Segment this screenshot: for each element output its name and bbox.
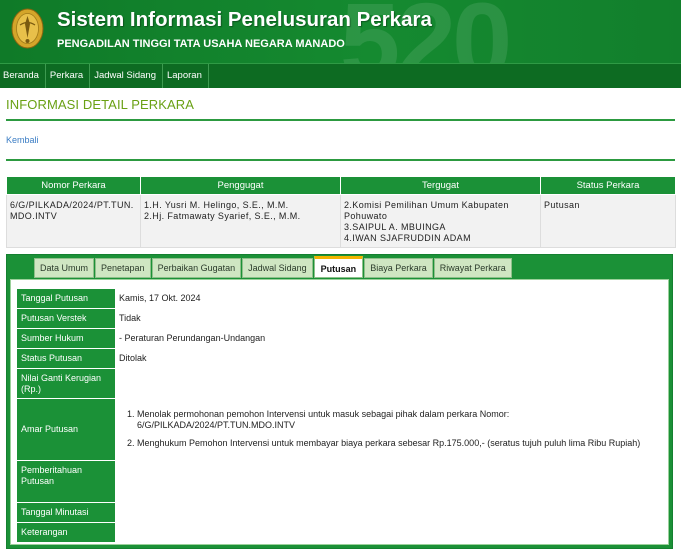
- value-tanggal-minutasi: [115, 503, 662, 523]
- value-tanggal-putusan: Kamis, 17 Okt. 2024: [119, 293, 201, 303]
- label-putusan-verstek: Putusan Verstek: [17, 309, 115, 329]
- nav-laporan[interactable]: Laporan: [163, 64, 209, 88]
- label-amar-putusan: Amar Putusan: [17, 399, 115, 461]
- tab-biaya-perkara[interactable]: Biaya Perkara: [364, 258, 433, 278]
- label-tanggal-putusan: Tanggal Putusan: [17, 289, 115, 309]
- value-nilai-ganti-kerugian: [115, 369, 662, 399]
- label-status-putusan: Status Putusan: [17, 349, 115, 369]
- value-status-putusan: Ditolak: [119, 353, 147, 363]
- main-nav: Beranda Perkara Jadwal Sidang Laporan: [0, 63, 681, 88]
- nav-jadwal-sidang[interactable]: Jadwal Sidang: [90, 64, 163, 88]
- tab-perbaikan-gugatan[interactable]: Perbaikan Gugatan: [151, 258, 242, 278]
- value-pemberitahuan-putusan: [115, 461, 662, 503]
- tab-data-umum[interactable]: Data Umum: [34, 258, 95, 278]
- label-tanggal-minutasi: Tanggal Minutasi: [17, 503, 115, 523]
- page-title: INFORMASI DETAIL PERKARA: [6, 97, 195, 112]
- cell-status-perkara: Putusan: [540, 194, 676, 248]
- row-pemberitahuan-putusan: Pemberitahuan Putusan: [17, 461, 662, 503]
- court-emblem-icon: [11, 8, 44, 49]
- divider: [6, 119, 675, 121]
- label-keterangan: Keterangan: [17, 523, 115, 543]
- amar-list: Menolak permohonan pemohon Intervensi un…: [121, 409, 658, 449]
- divider: [6, 159, 675, 161]
- case-summary-table: Nomor Perkara Penggugat Tergugat Status …: [6, 176, 676, 248]
- row-putusan-verstek: Putusan Verstek Tidak: [17, 309, 662, 329]
- row-tanggal-minutasi: Tanggal Minutasi: [17, 503, 662, 523]
- value-amar-putusan: Menolak permohonan pemohon Intervensi un…: [115, 399, 662, 461]
- cell-penggugat: 1.H. Yusri M. Helingo, S.E., M.M. 2.Hj. …: [140, 194, 341, 248]
- header-penggugat: Penggugat: [140, 176, 341, 195]
- site-subtitle: PENGADILAN TINGGI TATA USAHA NEGARA MANA…: [57, 38, 345, 50]
- row-nilai-ganti-kerugian: Nilai Ganti Kerugian (Rp.): [17, 369, 662, 399]
- row-amar-putusan: Amar Putusan Menolak permohonan pemohon …: [17, 399, 662, 461]
- value-putusan-verstek: Tidak: [119, 313, 141, 323]
- tab-penetapan[interactable]: Penetapan: [95, 258, 151, 278]
- cell-tergugat: 2.Komisi Pemilihan Umum Kabupaten Pohuwa…: [340, 194, 541, 248]
- table-row: 6/G/PILKADA/2024/PT.TUN. MDO.INTV 1.H. Y…: [6, 194, 676, 248]
- row-sumber-hukum: Sumber Hukum - Peraturan Perundangan-Und…: [17, 329, 662, 349]
- detail-panel: Data Umum Penetapan Perbaikan Gugatan Ja…: [6, 254, 673, 549]
- value-sumber-hukum: - Peraturan Perundangan-Undangan: [119, 333, 266, 343]
- nav-beranda[interactable]: Beranda: [0, 64, 46, 88]
- tab-putusan[interactable]: Putusan: [313, 256, 364, 278]
- header-nomor-perkara: Nomor Perkara: [6, 176, 141, 195]
- row-keterangan: Keterangan: [17, 523, 662, 543]
- cell-nomor-perkara: 6/G/PILKADA/2024/PT.TUN. MDO.INTV: [6, 194, 141, 248]
- site-header: 520 Sistem Informasi Penelusuran Perkara…: [0, 0, 681, 63]
- header-tergugat: Tergugat: [340, 176, 541, 195]
- header-status-perkara: Status Perkara: [540, 176, 676, 195]
- label-sumber-hukum: Sumber Hukum: [17, 329, 115, 349]
- label-pemberitahuan-putusan: Pemberitahuan Putusan: [17, 461, 115, 503]
- row-tanggal-putusan: Tanggal Putusan Kamis, 17 Okt. 2024: [17, 289, 662, 309]
- back-link[interactable]: Kembali: [6, 135, 681, 147]
- tab-bar: Data Umum Penetapan Perbaikan Gugatan Ja…: [34, 256, 513, 278]
- tab-riwayat-perkara[interactable]: Riwayat Perkara: [433, 258, 512, 278]
- row-status-putusan: Status Putusan Ditolak: [17, 349, 662, 369]
- tab-jadwal-sidang[interactable]: Jadwal Sidang: [242, 258, 313, 278]
- putusan-content: Tanggal Putusan Kamis, 17 Okt. 2024 Putu…: [10, 279, 669, 545]
- nav-perkara[interactable]: Perkara: [46, 64, 91, 88]
- site-title: Sistem Informasi Penelusuran Perkara: [57, 8, 432, 31]
- list-item: Menghukum Pemohon Intervensi untuk memba…: [137, 438, 658, 449]
- list-item: Menolak permohonan pemohon Intervensi un…: [137, 409, 658, 431]
- value-keterangan: [115, 523, 662, 543]
- label-nilai-ganti-kerugian: Nilai Ganti Kerugian (Rp.): [17, 369, 115, 399]
